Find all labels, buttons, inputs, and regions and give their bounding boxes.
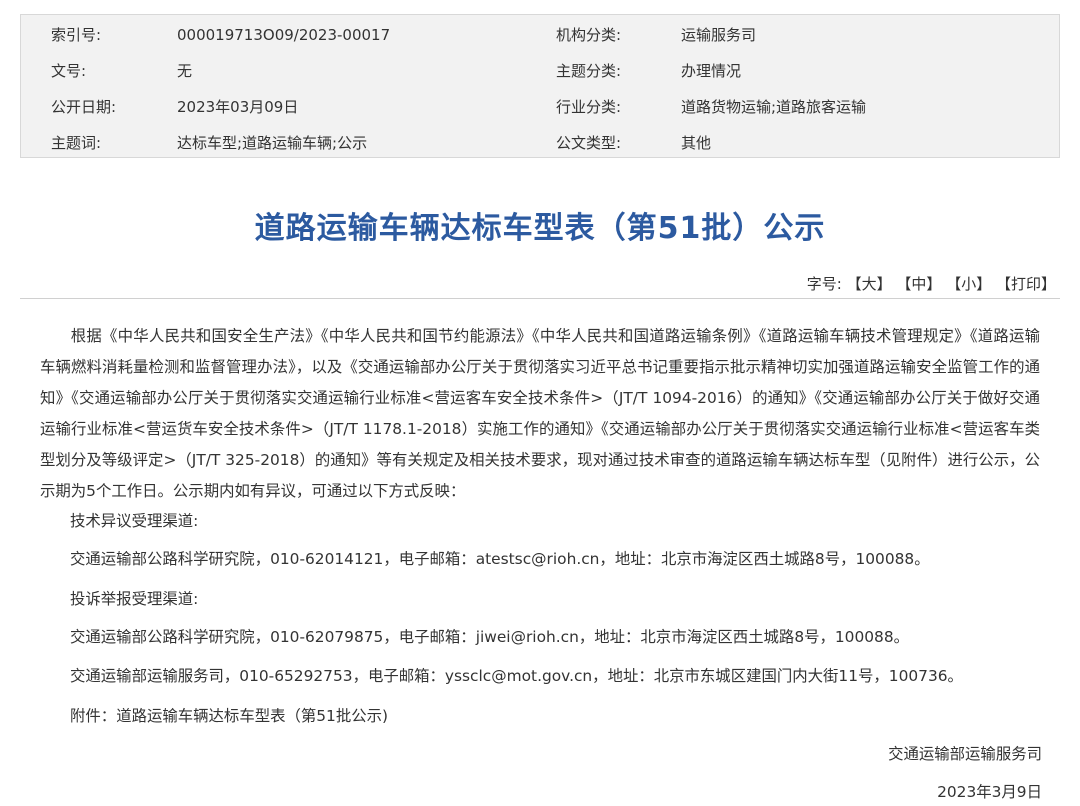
signature-organization: 交通运输部运输服务司 — [888, 745, 1042, 763]
article-title: 道路运输车辆达标车型表（第51批）公示 — [254, 211, 826, 246]
font-large-button[interactable]: 【大】 — [847, 275, 892, 293]
attachment-label: 附件： — [70, 707, 117, 725]
keywords-label: 主题词: — [51, 134, 102, 152]
topic-category-label: 主题分类: — [556, 62, 622, 80]
intro-paragraph: 根据《中华人民共和国安全生产法》《中华人民共和国节约能源法》《中华人民共和国道路… — [40, 327, 1040, 500]
attachment-line: 附件：道路运输车辆达标车型表（第51批公示) — [70, 704, 388, 726]
publish-date-label: 公开日期: — [51, 98, 117, 116]
document-number-label: 文号: — [51, 62, 87, 80]
tech-objection-heading: 技术异议受理渠道: — [70, 512, 199, 530]
industry-category-value: 道路货物运输;道路旅客运输 — [681, 98, 867, 116]
print-button[interactable]: 【打印】 — [996, 275, 1056, 293]
attachment-link[interactable]: 道路运输车辆达标车型表（第51批公示) — [116, 707, 388, 725]
industry-category-label: 行业分类: — [556, 98, 622, 116]
document-type-label: 公文类型: — [556, 134, 622, 152]
font-medium-button[interactable]: 【中】 — [896, 275, 941, 293]
complaint-contact-rioh: 交通运输部公路科学研究院，010-62079875，电子邮箱：jiwei@rio… — [70, 628, 910, 646]
index-number-label: 索引号: — [51, 26, 102, 44]
metadata-row-keywords: 主题词: 达标车型;道路运输车辆;公示 公文类型: 其他 — [21, 125, 1059, 161]
metadata-row-index: 索引号: 000019713O09/2023-00017 机构分类: 运输服务司 — [21, 17, 1059, 53]
title-divider — [20, 298, 1060, 299]
metadata-row-docnumber: 文号: 无 主题分类: 办理情况 — [21, 53, 1059, 89]
keywords-value: 达标车型;道路运输车辆;公示 — [177, 134, 368, 152]
document-type-value: 其他 — [681, 134, 712, 152]
font-size-label: 字号: — [806, 275, 842, 293]
font-size-toolbar: 字号: 【大】 【中】 【小】 【打印】 — [807, 273, 1056, 294]
index-number-value: 000019713O09/2023-00017 — [177, 26, 391, 44]
topic-category-value: 办理情况 — [681, 62, 742, 80]
publish-date-value: 2023年03月09日 — [177, 98, 299, 116]
tech-objection-contact: 交通运输部公路科学研究院，010-62014121，电子邮箱：atestsc@r… — [70, 550, 930, 568]
signature-date: 2023年3月9日 — [937, 783, 1042, 801]
organization-label: 机构分类: — [556, 26, 622, 44]
complaint-heading: 投诉举报受理渠道: — [70, 590, 199, 608]
complaint-contact-mot: 交通运输部运输服务司，010-65292753，电子邮箱：yssclc@mot.… — [70, 667, 963, 685]
document-metadata-panel: 索引号: 000019713O09/2023-00017 机构分类: 运输服务司… — [20, 14, 1060, 158]
font-small-button[interactable]: 【小】 — [946, 275, 991, 293]
metadata-row-date: 公开日期: 2023年03月09日 行业分类: 道路货物运输;道路旅客运输 — [21, 89, 1059, 125]
document-number-value: 无 — [177, 62, 193, 80]
organization-value: 运输服务司 — [681, 26, 757, 44]
